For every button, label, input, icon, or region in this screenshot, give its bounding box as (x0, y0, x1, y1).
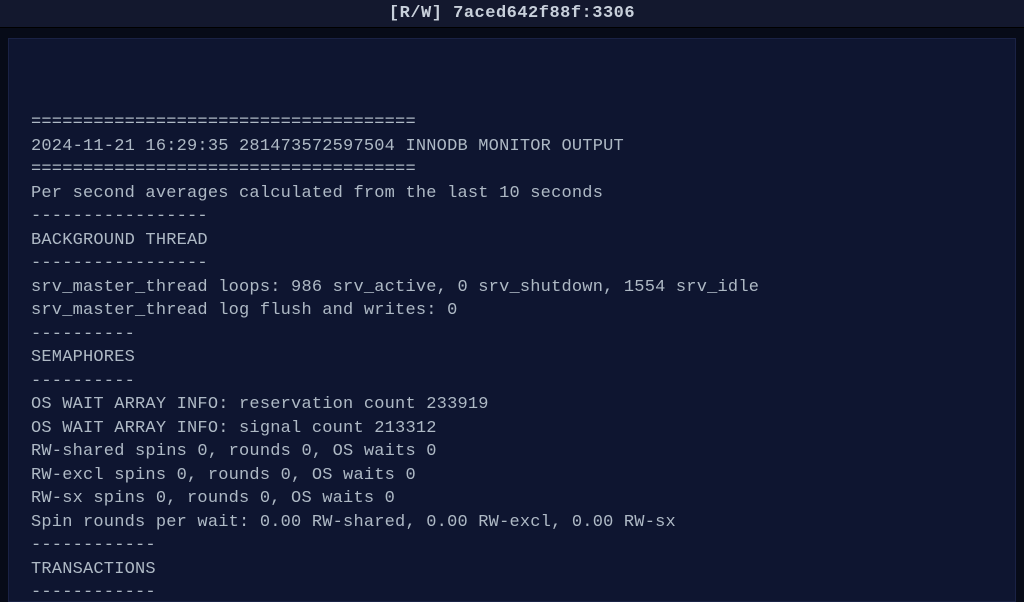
terminal-line: 2024-11-21 16:29:35 281473572597504 INNO… (31, 135, 993, 159)
host-indicator: 7aced642f88f:3306 (453, 4, 635, 23)
terminal-line: ----------------- (31, 205, 993, 229)
terminal-panel[interactable]: =====================================202… (8, 38, 1016, 602)
terminal-line: ===================================== (31, 111, 993, 135)
terminal-line: RW-excl spins 0, rounds 0, OS waits 0 (31, 464, 993, 488)
terminal-line: ------------ (31, 581, 993, 602)
terminal-line: ------------ (31, 534, 993, 558)
terminal-line: ----------------- (31, 252, 993, 276)
terminal-line: ---------- (31, 323, 993, 347)
terminal-output: =====================================202… (31, 111, 993, 602)
terminal-line: TRANSACTIONS (31, 558, 993, 582)
terminal-line: Spin rounds per wait: 0.00 RW-shared, 0.… (31, 511, 993, 535)
terminal-line: OS WAIT ARRAY INFO: signal count 213312 (31, 417, 993, 441)
terminal-line: Per second averages calculated from the … (31, 182, 993, 206)
terminal-line: OS WAIT ARRAY INFO: reservation count 23… (31, 393, 993, 417)
terminal-line: srv_master_thread loops: 986 srv_active,… (31, 276, 993, 300)
terminal-line: ---------- (31, 370, 993, 394)
mode-indicator: [R/W] (389, 4, 443, 23)
terminal-line: RW-shared spins 0, rounds 0, OS waits 0 (31, 440, 993, 464)
terminal-line: SEMAPHORES (31, 346, 993, 370)
title-text: [R/W] 7aced642f88f:3306 (389, 4, 635, 23)
terminal-line: srv_master_thread log flush and writes: … (31, 299, 993, 323)
terminal-line: RW-sx spins 0, rounds 0, OS waits 0 (31, 487, 993, 511)
terminal-line: BACKGROUND THREAD (31, 229, 993, 253)
terminal-line: ===================================== (31, 158, 993, 182)
title-bar: [R/W] 7aced642f88f:3306 (0, 0, 1024, 28)
